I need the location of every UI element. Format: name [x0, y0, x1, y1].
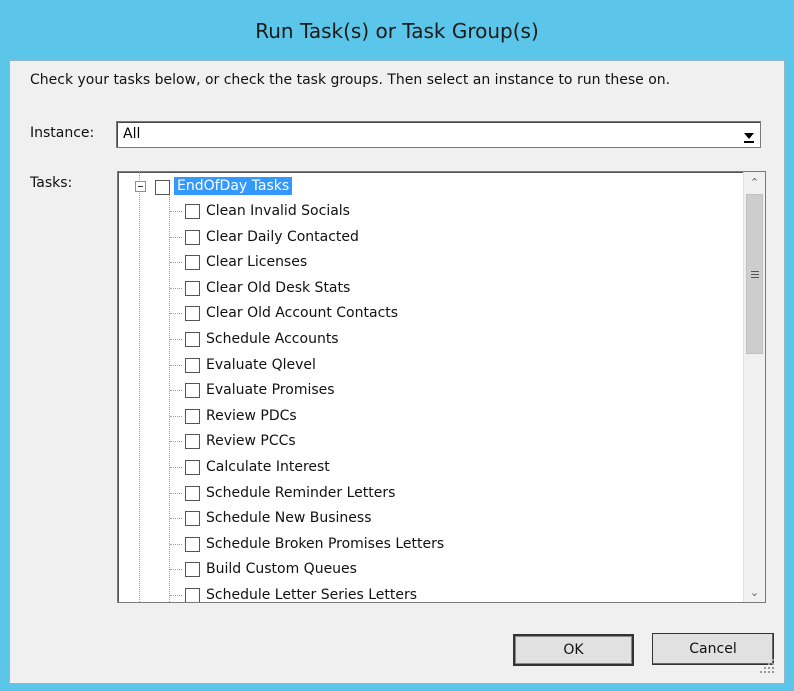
title-bar[interactable]: Run Task(s) or Task Group(s) [0, 0, 794, 60]
tree-connector [170, 237, 182, 238]
task-checkbox[interactable] [185, 332, 200, 347]
task-checkbox[interactable] [185, 306, 200, 321]
task-checkbox[interactable] [185, 409, 200, 424]
tree-connector [170, 467, 182, 468]
task-checkbox[interactable] [185, 230, 200, 245]
task-label[interactable]: Schedule Reminder Letters [206, 484, 395, 502]
tree-connector [170, 493, 182, 494]
collapse-minus-icon[interactable] [135, 181, 146, 192]
task-label[interactable]: Clear Daily Contacted [206, 228, 359, 246]
chevron-up-icon[interactable]: ⌃ [744, 172, 765, 192]
task-checkbox[interactable] [185, 358, 200, 373]
task-label[interactable]: Schedule Broken Promises Letters [206, 535, 444, 553]
task-label[interactable]: Clear Licenses [206, 253, 307, 271]
tree-connector [170, 390, 182, 391]
tree-connector [170, 288, 182, 289]
task-label[interactable]: Schedule New Business [206, 509, 372, 527]
tree-connector [170, 416, 182, 417]
tree-connector [170, 339, 182, 340]
task-checkbox[interactable] [185, 460, 200, 475]
chevron-down-icon[interactable]: ⌄ [744, 582, 765, 602]
tasks-tree: EndOfDay Tasks Clean Invalid Socials Clea… [117, 171, 766, 603]
tree-connector [170, 365, 182, 366]
tree-connector [170, 569, 182, 570]
vertical-scrollbar[interactable]: ⌃ ⌄ [743, 172, 765, 602]
instructions-text: Check your tasks below, or check the tas… [30, 72, 671, 88]
task-checkbox[interactable] [185, 486, 200, 501]
task-checkbox[interactable] [185, 511, 200, 526]
task-label[interactable]: Build Custom Queues [206, 560, 357, 578]
tasks-tree-content: EndOfDay Tasks Clean Invalid Socials Clea… [118, 172, 738, 602]
task-label[interactable]: Clear Old Account Contacts [206, 304, 398, 322]
task-checkbox[interactable] [185, 588, 200, 602]
task-label[interactable]: Evaluate Qlevel [206, 356, 316, 374]
tree-connector [170, 441, 182, 442]
dropdown-arrow-icon[interactable] [739, 123, 759, 146]
instance-dropdown[interactable]: All [116, 121, 761, 148]
task-label[interactable]: Clear Old Desk Stats [206, 279, 350, 297]
instance-label: Instance: [30, 125, 95, 141]
task-checkbox[interactable] [185, 562, 200, 577]
thumb-grip-icon [751, 271, 759, 278]
root-node-label[interactable]: EndOfDay Tasks [174, 177, 293, 195]
task-checkbox[interactable] [185, 537, 200, 552]
task-label[interactable]: Schedule Accounts [206, 330, 339, 348]
task-label[interactable]: Schedule Letter Series Letters [206, 586, 417, 602]
tree-connector [170, 518, 182, 519]
tree-connector [170, 262, 182, 263]
scroll-thumb[interactable] [746, 194, 763, 354]
tasks-label: Tasks: [30, 175, 73, 191]
root-checkbox[interactable] [155, 180, 170, 195]
dialog-body: Check your tasks below, or check the tas… [9, 60, 785, 684]
task-checkbox[interactable] [185, 383, 200, 398]
task-label[interactable]: Calculate Interest [206, 458, 330, 476]
task-checkbox[interactable] [185, 204, 200, 219]
cancel-button[interactable]: Cancel [652, 633, 774, 665]
task-label[interactable]: Review PDCs [206, 407, 297, 425]
tree-connector [170, 544, 182, 545]
tree-connector [170, 595, 182, 596]
window-title: Run Task(s) or Task Group(s) [255, 19, 539, 43]
instance-value: All [123, 126, 141, 142]
resize-grip-icon[interactable] [760, 659, 774, 673]
tree-connector [170, 211, 182, 212]
task-checkbox[interactable] [185, 255, 200, 270]
task-label[interactable]: Review PCCs [206, 432, 296, 450]
run-tasks-dialog: Run Task(s) or Task Group(s) Check your … [0, 0, 794, 691]
task-checkbox[interactable] [185, 434, 200, 449]
ok-button[interactable]: OK [513, 634, 634, 666]
task-label[interactable]: Clean Invalid Socials [206, 202, 350, 220]
tree-connector [170, 313, 182, 314]
task-label[interactable]: Evaluate Promises [206, 381, 335, 399]
tree-guide-children [169, 194, 170, 602]
task-checkbox[interactable] [185, 281, 200, 296]
tree-guide-root [139, 172, 140, 602]
